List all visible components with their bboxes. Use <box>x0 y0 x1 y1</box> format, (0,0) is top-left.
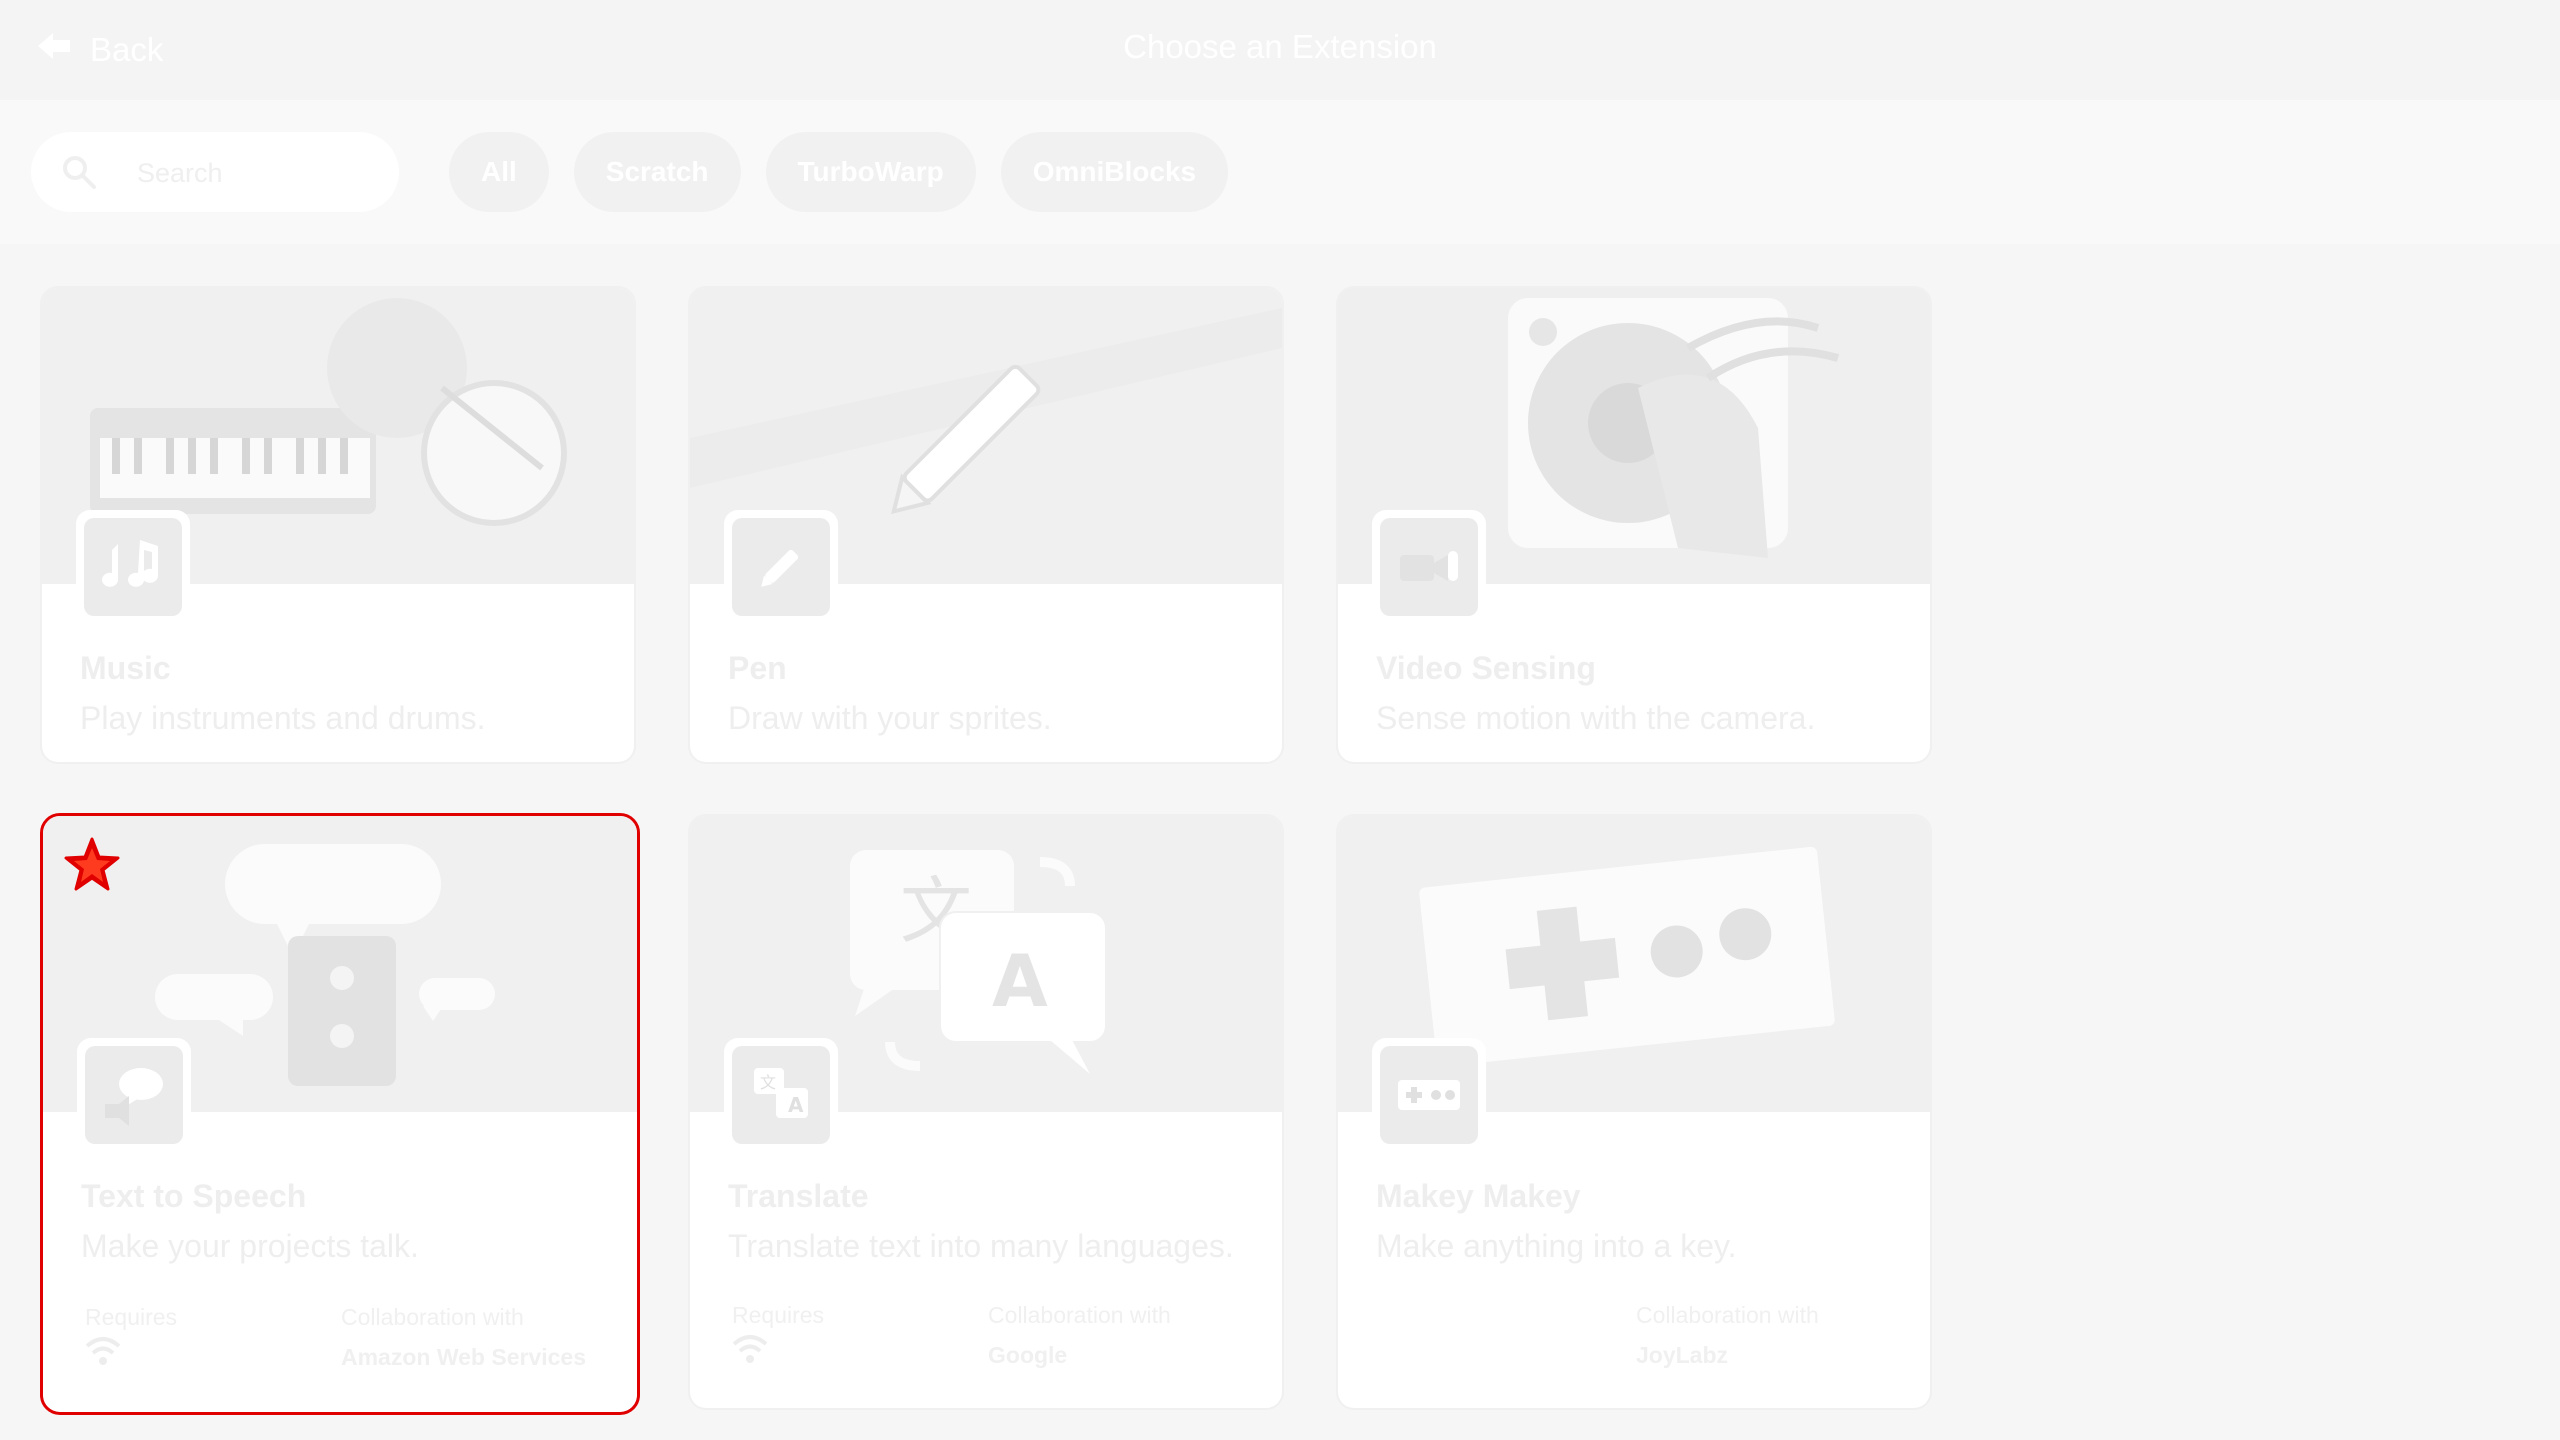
filter-bar: All Scratch TurboWarp OmniBlocks <box>0 100 2560 244</box>
collaborator-name: JoyLabz <box>1636 1342 1729 1368</box>
search-input[interactable] <box>135 150 379 196</box>
tag-chip-omniblocks[interactable]: OmniBlocks <box>1000 132 1229 212</box>
extension-description: Translate text into many languages. <box>728 1228 1234 1264</box>
extension-description: Make your projects talk. <box>81 1228 419 1264</box>
extension-description: Make anything into a key. <box>1376 1228 1737 1264</box>
translate-icon-box: A 文 <box>724 1038 838 1152</box>
page-title: Choose an Extension <box>1123 28 1437 65</box>
gamepad-icon <box>1398 1080 1460 1110</box>
collaborator-name: Google <box>988 1342 1068 1368</box>
extension-name: Music <box>80 650 171 686</box>
extension-name: Video Sensing <box>1376 650 1596 686</box>
extension-card-music[interactable]: Music Play instruments and drums. <box>42 288 634 762</box>
text-to-speech-icon-box <box>77 1038 191 1152</box>
collaboration-label: Collaboration with <box>341 1304 524 1330</box>
makey-makey-icon-box <box>1372 1038 1486 1152</box>
extension-library: Back Choose an Extension All Scratch Tur… <box>0 0 2560 1440</box>
extension-description: Draw with your sprites. <box>728 700 1052 736</box>
video-sensing-icon-box <box>1372 510 1486 624</box>
header-bar: Back Choose an Extension <box>0 0 2560 100</box>
extension-card-translate[interactable]: 文 A A 文 Translate Translate text into ma… <box>690 816 1282 1408</box>
video-camera-icon <box>1400 551 1458 581</box>
speech-bubble-icon <box>105 1068 163 1126</box>
extension-card-makey-makey[interactable]: Makey Makey Make anything into a key. Co… <box>1338 816 1930 1408</box>
collaborator-name: Amazon Web Services <box>341 1344 587 1370</box>
extension-card-text-to-speech[interactable]: Text to Speech Make your projects talk. … <box>40 813 640 1415</box>
requires-label: Requires <box>85 1304 178 1330</box>
extension-name: Pen <box>728 650 787 686</box>
music-notes-icon <box>102 540 158 587</box>
requires-label: Requires <box>732 1302 825 1328</box>
svg-text:文: 文 <box>760 1073 776 1092</box>
extension-name: Text to Speech <box>81 1178 307 1214</box>
tag-filter-group: All Scratch TurboWarp OmniBlocks <box>449 132 1229 212</box>
collaboration-label: Collaboration with <box>1636 1302 1819 1328</box>
svg-text:A: A <box>788 1093 804 1117</box>
extension-card-video-sensing[interactable]: Video Sensing Sense motion with the came… <box>1338 288 1930 762</box>
pencil-icon <box>761 549 799 587</box>
tag-chip-all[interactable]: All <box>449 132 549 212</box>
search-box[interactable] <box>31 132 399 212</box>
tag-chip-turbowarp[interactable]: TurboWarp <box>765 132 976 212</box>
extension-name: Makey Makey <box>1376 1178 1581 1214</box>
pen-icon-box <box>724 510 838 624</box>
collaboration-label: Collaboration with <box>988 1302 1171 1328</box>
wifi-icon <box>732 1335 768 1363</box>
music-icon-box <box>76 510 190 624</box>
extension-name: Translate <box>728 1178 869 1214</box>
wifi-icon <box>85 1337 121 1365</box>
tag-chip-scratch[interactable]: Scratch <box>573 132 741 212</box>
extension-card-pen[interactable]: Pen Draw with your sprites. <box>690 288 1282 762</box>
search-icon <box>63 156 96 189</box>
translate-icon: A 文 <box>754 1068 808 1118</box>
favorite-star-icon[interactable] <box>63 836 121 894</box>
extension-description: Play instruments and drums. <box>80 700 486 736</box>
svg-text:A: A <box>992 939 1048 1023</box>
extension-description: Sense motion with the camera. <box>1376 700 1816 736</box>
